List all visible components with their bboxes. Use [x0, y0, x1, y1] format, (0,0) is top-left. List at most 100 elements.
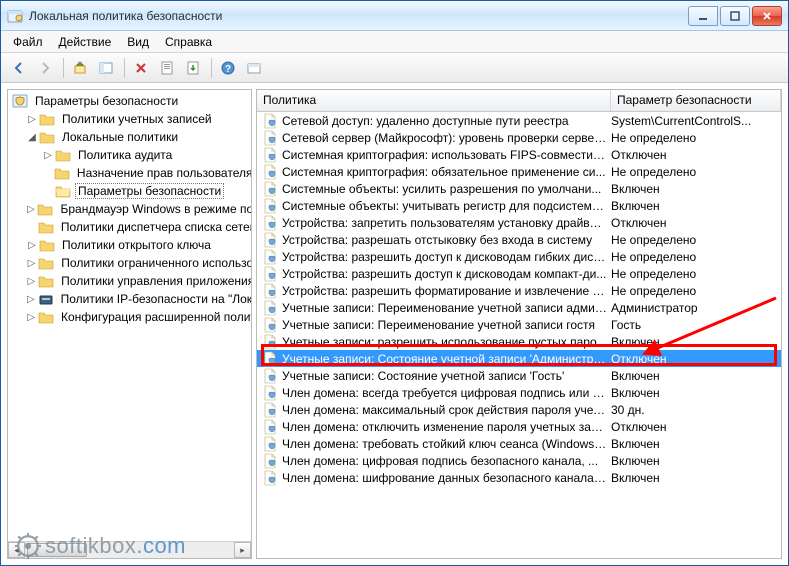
expander-icon[interactable]: ▷ [26, 239, 38, 251]
list-row[interactable]: Сетевой сервер (Майкрософт): уровень про… [257, 129, 781, 146]
expander-icon[interactable] [41, 167, 53, 179]
scroll-left-icon[interactable]: ◂ [8, 542, 25, 558]
list-row[interactable]: Системная криптография: использовать FIP… [257, 146, 781, 163]
tree-item[interactable]: ▷Политика аудита [8, 146, 251, 164]
tree-root[interactable]: Параметры безопасности [8, 92, 251, 110]
menu-view[interactable]: Вид [119, 33, 157, 51]
help-button[interactable]: ? [216, 56, 240, 80]
menu-help[interactable]: Справка [157, 33, 220, 51]
tree-item[interactable]: ▷Конфигурация расширенной полит [8, 308, 251, 326]
list-row[interactable]: Устройства: разрешить доступ к дисковода… [257, 248, 781, 265]
minimize-button[interactable] [688, 6, 718, 26]
policy-param: Включен [611, 454, 781, 468]
tree[interactable]: Параметры безопасности▷Политики учетных … [8, 90, 251, 541]
menu-action[interactable]: Действие [51, 33, 120, 51]
list-row[interactable]: Устройства: разрешать отстыковку без вхо… [257, 231, 781, 248]
expander-icon[interactable]: ◢ [26, 131, 38, 143]
expander-icon[interactable]: ▷ [42, 149, 54, 161]
list-row[interactable]: Устройства: разрешить форматирование и и… [257, 282, 781, 299]
forward-button[interactable] [33, 56, 57, 80]
folder-icon [37, 201, 53, 217]
delete-button[interactable] [129, 56, 153, 80]
policy-name: Член домена: шифрование данных безопасно… [282, 471, 611, 485]
policy-name: Член домена: максимальный срок действия … [282, 403, 611, 417]
policy-param: Включен [611, 369, 781, 383]
list-row[interactable]: Устройства: разрешить доступ к дисковода… [257, 265, 781, 282]
list-row[interactable]: Член домена: требовать стойкий ключ сеан… [257, 435, 781, 452]
policy-name: Сетевой доступ: удаленно доступные пути … [282, 114, 611, 128]
expander-icon[interactable]: ▷ [25, 311, 37, 323]
tree-root-label: Параметры безопасности [32, 93, 181, 109]
show-hide-tree-button[interactable] [94, 56, 118, 80]
list-row[interactable]: Учетные записи: разрешить использование … [257, 333, 781, 350]
policy-param: Включен [611, 437, 781, 451]
policy-doc-icon [262, 334, 278, 350]
policy-name: Учетные записи: Переименование учетной з… [282, 318, 611, 332]
folder-icon [54, 165, 70, 181]
policy-doc-icon [262, 402, 278, 418]
policy-name: Учетные записи: Состояние учетной записи… [282, 352, 611, 366]
list-row[interactable]: Сетевой доступ: удаленно доступные пути … [257, 112, 781, 129]
column-security-parameter[interactable]: Параметр безопасности [611, 90, 781, 111]
list-body[interactable]: Сетевой доступ: удаленно доступные пути … [257, 112, 781, 558]
tree-item[interactable]: Политики диспетчера списка сетей [8, 218, 251, 236]
properties-button[interactable] [155, 56, 179, 80]
policy-doc-icon [262, 470, 278, 486]
expander-icon[interactable] [25, 221, 36, 233]
maximize-button[interactable] [720, 6, 750, 26]
policy-name: Устройства: разрешить форматирование и и… [282, 284, 611, 298]
refresh-policies-button[interactable] [242, 56, 266, 80]
expander-icon[interactable] [42, 185, 54, 197]
tree-item[interactable]: Назначение прав пользователя [8, 164, 251, 182]
list-row[interactable]: Учетные записи: Переименование учетной з… [257, 316, 781, 333]
list-row[interactable]: Член домена: всегда требуется цифровая п… [257, 384, 781, 401]
scroll-right-icon[interactable]: ▸ [234, 542, 251, 558]
list-row[interactable]: Системные объекты: усилить разрешения по… [257, 180, 781, 197]
policy-name: Системные объекты: учитывать регистр для… [282, 199, 611, 213]
tree-item[interactable]: ▷Политики IP-безопасности на "Лока [8, 290, 251, 308]
back-button[interactable] [7, 56, 31, 80]
export-list-button[interactable] [181, 56, 205, 80]
list-row[interactable]: Устройства: запретить пользователям уста… [257, 214, 781, 231]
policy-param: 30 дн. [611, 403, 781, 417]
expander-icon[interactable]: ▷ [25, 293, 36, 305]
policy-name: Учетные записи: Состояние учетной записи… [282, 369, 611, 383]
tree-item[interactable]: ▷Политики управления приложения [8, 272, 251, 290]
tree-horizontal-scrollbar[interactable]: ◂ ▸ [8, 541, 251, 558]
expander-icon[interactable]: ▷ [26, 275, 38, 287]
scroll-thumb[interactable] [27, 543, 87, 557]
policy-doc-icon [262, 419, 278, 435]
list-row[interactable]: Член домена: цифровая подпись безопасног… [257, 452, 781, 469]
window-title: Локальная политика безопасности [29, 9, 686, 23]
list-row[interactable]: Член домена: шифрование данных безопасно… [257, 469, 781, 486]
list-row[interactable]: Член домена: отключить изменение пароля … [257, 418, 781, 435]
tree-item-label: Локальные политики [59, 129, 181, 145]
expander-icon[interactable]: ▷ [26, 113, 38, 125]
list-row[interactable]: Системная криптография: обязательное при… [257, 163, 781, 180]
close-button[interactable] [752, 6, 782, 26]
policy-doc-icon [262, 249, 278, 265]
policy-param: Не определено [611, 267, 781, 281]
policy-param: Включен [611, 386, 781, 400]
policy-name: Сетевой сервер (Майкрософт): уровень про… [282, 131, 611, 145]
expander-icon[interactable]: ▷ [25, 203, 36, 215]
list-row[interactable]: Системные объекты: учитывать регистр для… [257, 197, 781, 214]
policy-param: Не определено [611, 250, 781, 264]
list-row[interactable]: Учетные записи: Переименование учетной з… [257, 299, 781, 316]
up-button[interactable] [68, 56, 92, 80]
tree-item[interactable]: ▷Политики учетных записей [8, 110, 251, 128]
list-row[interactable]: Учетные записи: Состояние учетной записи… [257, 350, 781, 367]
tree-item[interactable]: ▷Брандмауэр Windows в режиме пов [8, 200, 251, 218]
menu-file[interactable]: Файл [5, 33, 51, 51]
policy-param: Администратор [611, 301, 781, 315]
policy-param: Включен [611, 335, 781, 349]
tree-item[interactable]: Параметры безопасности [8, 182, 251, 200]
column-policy[interactable]: Политика [257, 90, 611, 111]
tree-item[interactable]: ▷Политики ограниченного использо [8, 254, 251, 272]
expander-icon[interactable]: ▷ [26, 257, 38, 269]
folder-icon [39, 237, 55, 253]
tree-item[interactable]: ◢ Локальные политики [8, 128, 251, 146]
list-row[interactable]: Член домена: максимальный срок действия … [257, 401, 781, 418]
list-row[interactable]: Учетные записи: Состояние учетной записи… [257, 367, 781, 384]
tree-item[interactable]: ▷Политики открытого ключа [8, 236, 251, 254]
